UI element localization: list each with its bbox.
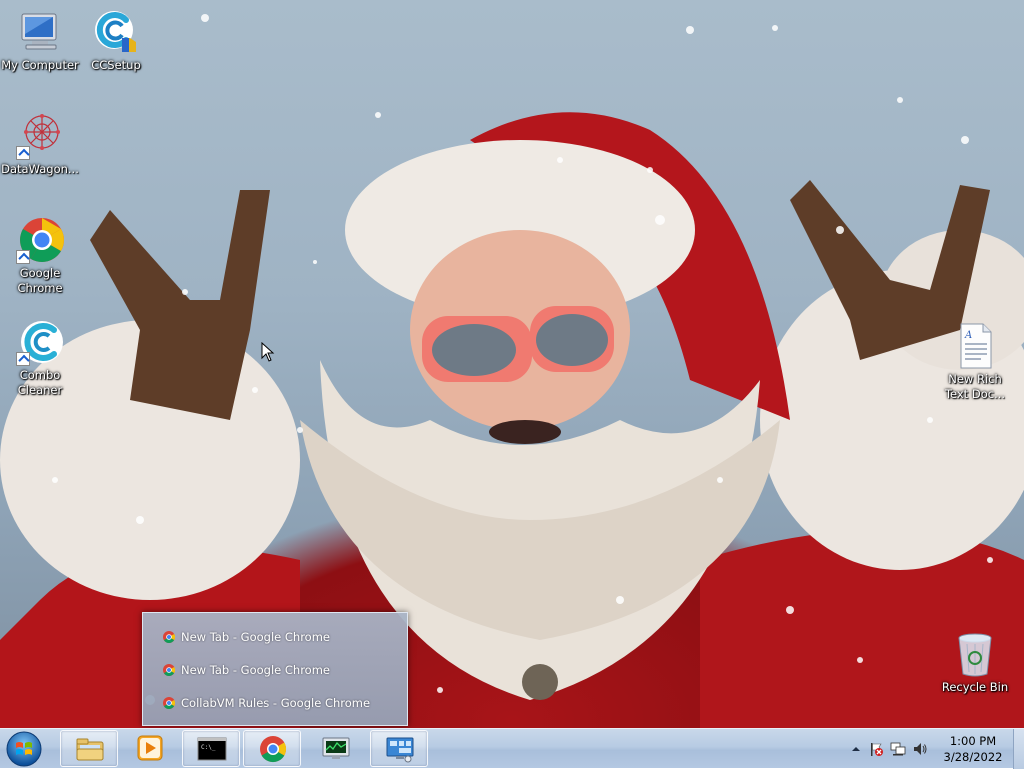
taskbar-file-explorer[interactable] [60,730,118,767]
desktop-icon-recycle-bin[interactable]: Recycle Bin [935,630,1015,695]
command-prompt-icon: C:\_ [197,737,227,761]
combo-cleaner-icon [16,318,64,366]
file-explorer-icon [76,738,104,761]
remote-desktop-icon [386,737,414,763]
taskbar: C:\_ 1:00 PM 3/28/2022 [0,728,1024,769]
show-hidden-icons-chevron-up-icon[interactable] [848,741,864,757]
desktop-icon-label: Recycle Bin [941,680,1009,694]
desktop-icon-label: DataWagon... [1,162,79,176]
system-clock[interactable]: 1:00 PM 3/28/2022 [938,733,1008,765]
system-tray: 1:00 PM 3/28/2022 [834,729,1024,769]
desktop-icon-google-chrome[interactable]: Google Chrome [0,216,80,296]
desktop-icon-label: CCSetup [91,58,141,72]
popup-window-item[interactable]: CollabVM Rules - Google Chrome [163,693,370,713]
volume-speaker-icon[interactable] [912,741,928,757]
popup-item-label: CollabVM Rules - Google Chrome [181,696,371,710]
shortcut-arrow-icon [16,250,30,264]
desktop-icon-my-computer[interactable]: My Computer [0,8,80,73]
action-center-warning-flag-icon[interactable] [868,741,884,757]
desktop-icon-label: New Rich Text Doc... [944,372,1006,401]
desktop-icon-label: Combo Cleaner [17,368,63,397]
popup-window-item[interactable]: New Tab - Google Chrome [163,660,330,680]
mouse-cursor-icon [261,342,275,362]
ccleaner-setup-icon [92,8,140,56]
computer-icon [16,8,64,56]
windows-orb-icon [6,731,42,767]
desktop-icon-label: My Computer [1,58,79,72]
chrome-icon [16,216,64,264]
taskbar-google-chrome[interactable] [243,730,301,767]
taskbar-media-player[interactable] [121,730,179,767]
task-manager-icon [322,737,350,759]
popup-window-item[interactable]: New Tab - Google Chrome [163,627,330,647]
chrome-icon [163,664,175,676]
show-desktop-button[interactable] [1013,729,1024,769]
svg-text:A: A [964,330,972,341]
taskbar-command-prompt[interactable]: C:\_ [182,730,240,767]
clock-time: 1:00 PM [949,734,997,748]
svg-text:C:\_: C:\_ [201,744,216,751]
taskbar-task-manager[interactable] [307,730,365,767]
desktop-icon-new-rich-text-document[interactable]: A New Rich Text Doc... [935,322,1015,402]
network-icon[interactable] [890,741,906,757]
datawagon-icon [16,112,64,160]
chrome-icon [163,631,175,643]
recycle-bin-icon [951,630,999,678]
desktop-icon-ccsetup[interactable]: CCSetup [76,8,156,73]
shortcut-arrow-icon [16,352,30,366]
popup-item-label: New Tab - Google Chrome [181,630,330,644]
shortcut-arrow-icon [16,146,30,160]
chrome-icon [260,736,287,763]
media-player-icon [137,735,163,761]
rich-text-document-icon: A [951,322,999,370]
popup-item-label: New Tab - Google Chrome [181,663,330,677]
desktop-icon-label: Google Chrome [17,266,63,295]
desktop-icon-datawagon[interactable]: DataWagon... [0,112,80,177]
clock-date: 3/28/2022 [943,750,1003,764]
start-button[interactable] [4,729,44,769]
taskbar-remote-desktop[interactable] [370,730,428,767]
chrome-window-list-popup: New Tab - Google Chrome New Tab - Google… [142,612,408,726]
desktop-icon-combo-cleaner[interactable]: Combo Cleaner [0,318,80,398]
chrome-icon [163,697,175,709]
